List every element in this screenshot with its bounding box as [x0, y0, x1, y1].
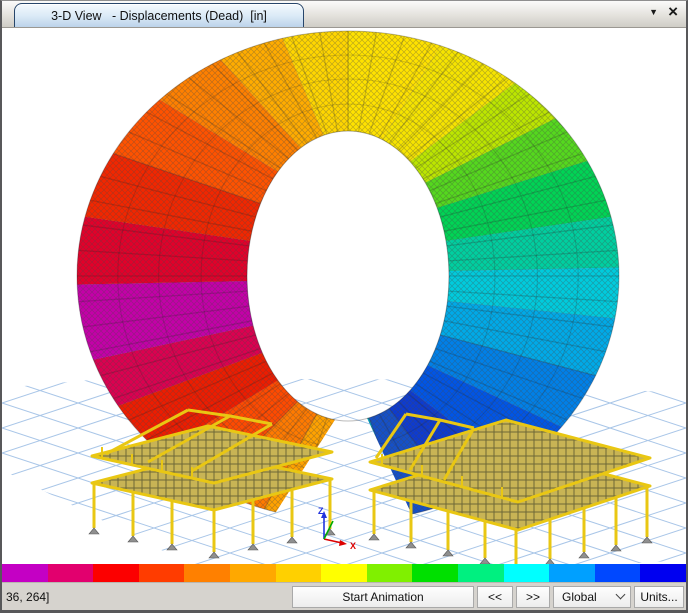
chevron-down-icon [616, 590, 626, 600]
view-tab-label: 3-D View - Displacements (Dead) [in] [51, 9, 267, 23]
start-animation-button[interactable]: Start Animation [292, 586, 474, 608]
sap-3d-view-window: 3-D View - Displacements (Dead) [in] ▼ ×… [0, 0, 688, 613]
z-axis-label: Z [318, 506, 324, 516]
legend-color-cell [595, 564, 641, 582]
legend-color-cell [139, 564, 185, 582]
legend-color-cell [230, 564, 276, 582]
legend-color-cell [276, 564, 322, 582]
legend-color-cell [367, 564, 413, 582]
legend-strip [2, 564, 686, 582]
prev-step-button[interactable]: << [477, 586, 513, 608]
legend-color-cell [48, 564, 94, 582]
view-tab[interactable]: 3-D View - Displacements (Dead) [in] [14, 3, 304, 27]
legend-color-cell [321, 564, 367, 582]
3d-viewport[interactable]: ZX [2, 28, 686, 564]
legend-color-cell [412, 564, 458, 582]
titlebar: 3-D View - Displacements (Dead) [in] ▼ × [2, 1, 686, 28]
legend-color-cell [549, 564, 595, 582]
titlebar-controls: ▼ × [649, 5, 678, 19]
legend-color-cell [184, 564, 230, 582]
legend-color-cell [504, 564, 550, 582]
next-step-button[interactable]: >> [516, 586, 550, 608]
legend-color-cell [2, 564, 48, 582]
statusbar: 36, 264] Start Animation << >> Global Un… [2, 582, 686, 610]
displacement-model-scene: ZX [2, 28, 686, 564]
legend-color-cell [458, 564, 504, 582]
units-button[interactable]: Units... [634, 586, 684, 608]
legend-color-cell [640, 564, 686, 582]
close-icon[interactable]: × [668, 5, 678, 19]
x-axis-label: X [350, 541, 356, 551]
cursor-coordinates: 36, 264] [6, 590, 289, 604]
legend-color-cell [93, 564, 139, 582]
coordinate-system-dropdown[interactable]: Global [553, 586, 631, 608]
dropdown-arrow-icon[interactable]: ▼ [649, 8, 658, 17]
